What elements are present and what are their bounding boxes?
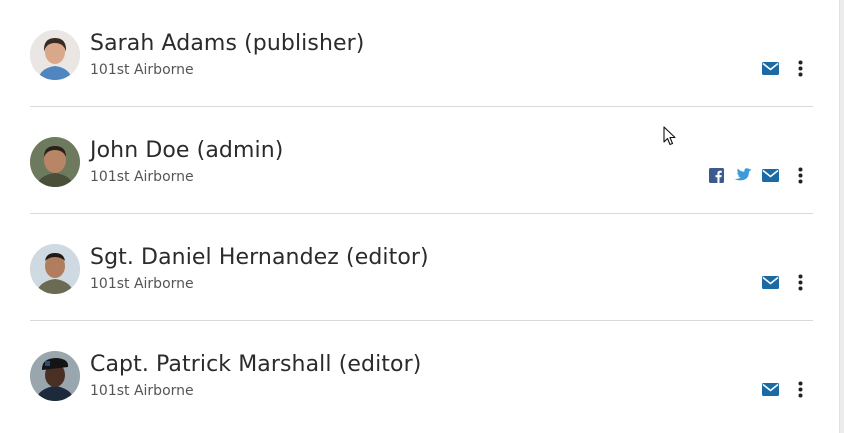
user-actions [762,58,805,78]
email-icon[interactable] [762,382,779,396]
user-row: Sgt. Daniel Hernandez (editor) 101st Air… [30,214,813,321]
avatar[interactable] [30,137,80,187]
daniel-hernandez-avatar-image [30,244,80,294]
email-icon[interactable] [762,61,779,75]
user-name[interactable]: John Doe (admin) [90,137,283,165]
more-vertical-icon[interactable] [795,60,805,77]
more-vertical-icon[interactable] [795,381,805,398]
twitter-icon[interactable] [734,167,752,183]
scrollbar[interactable] [839,0,844,433]
user-info: Sgt. Daniel Hernandez (editor) 101st Air… [90,244,429,293]
email-icon[interactable] [762,275,779,289]
user-row: Capt. Patrick Marshall (editor) 101st Ai… [30,321,813,428]
user-unit: 101st Airborne [90,383,194,399]
user-name[interactable]: Capt. Patrick Marshall (editor) [90,351,421,379]
user-unit: 101st Airborne [90,169,194,185]
user-info: Capt. Patrick Marshall (editor) 101st Ai… [90,351,421,400]
user-list: Sarah Adams (publisher) 101st Airborne J… [30,0,813,428]
user-unit: 101st Airborne [90,62,194,78]
user-directory-page: Sarah Adams (publisher) 101st Airborne J… [0,0,844,433]
avatar[interactable] [30,244,80,294]
user-unit: 101st Airborne [90,276,194,292]
user-info: John Doe (admin) 101st Airborne [90,137,283,186]
user-row: Sarah Adams (publisher) 101st Airborne [30,0,813,107]
patrick-marshall-avatar-image [30,351,80,401]
avatar[interactable] [30,351,80,401]
avatar[interactable] [30,30,80,80]
more-vertical-icon[interactable] [795,167,805,184]
facebook-icon[interactable] [709,167,724,183]
user-actions [762,272,805,292]
john-doe-avatar-image [30,137,80,187]
sarah-adams-avatar-image [30,30,80,80]
user-actions [762,379,805,399]
more-vertical-icon[interactable] [795,274,805,291]
user-row: John Doe (admin) 101st Airborne [30,107,813,214]
user-actions [709,165,805,185]
user-name[interactable]: Sarah Adams (publisher) [90,30,364,58]
user-info: Sarah Adams (publisher) 101st Airborne [90,30,364,79]
user-name[interactable]: Sgt. Daniel Hernandez (editor) [90,244,429,272]
email-icon[interactable] [762,168,779,182]
